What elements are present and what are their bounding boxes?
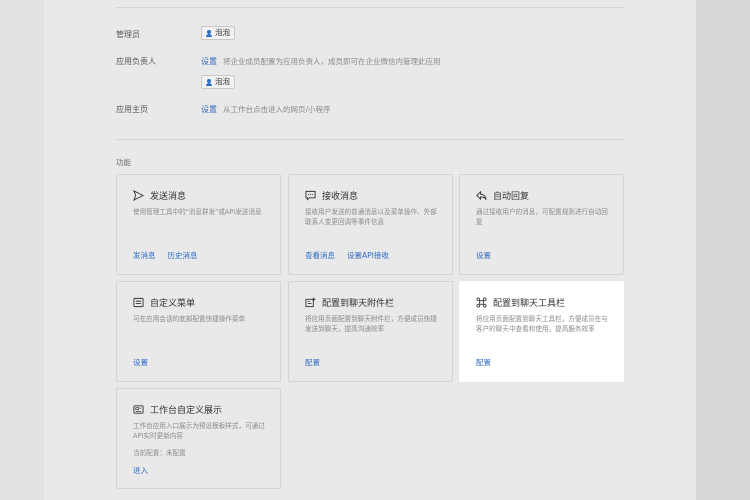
section-divider	[116, 139, 624, 140]
feature-card-custom-menu[interactable]: 自定义菜单 可在应用会话的底部配置快捷操作菜单 设置	[116, 281, 281, 382]
feature-card-receive-message[interactable]: 接收消息 接收用户发送的普通消息以及菜单操作、外部联系人变更回调等事件信息 查看…	[288, 174, 453, 275]
feature-card-workbench-display[interactable]: 工作台自定义展示 工作台应用入口展示为预设模板样式，可通过API实时更新内容 当…	[116, 388, 281, 489]
workbench-enter-link[interactable]: 进入	[133, 465, 148, 476]
attachment-bar-config-link[interactable]: 配置	[305, 357, 320, 368]
command-icon	[476, 297, 487, 308]
feature-card-chat-attachment-bar[interactable]: 配置到聊天附件栏 将应用页面配置到聊天附件栏，方便成员快捷发送到聊天，提高沟通效…	[288, 281, 453, 382]
card-description: 通过接收用户的消息，可配置规则进行自动回复	[476, 208, 608, 226]
menu-icon	[133, 297, 144, 308]
card-title-text: 工作台自定义展示	[150, 406, 223, 416]
card-title-text: 自动回复	[493, 192, 530, 202]
owner-set-link[interactable]: 设置	[201, 56, 217, 67]
card-actions: 配置	[476, 357, 491, 368]
workbench-icon	[133, 405, 144, 414]
card-title: 工作台自定义展示	[133, 403, 222, 416]
chat-toolbar-config-link[interactable]: 配置	[476, 357, 491, 368]
homepage-set-link[interactable]: 设置	[201, 104, 217, 115]
card-status: 当前配置：未配置	[133, 449, 186, 457]
features-section-title: 功能	[116, 158, 131, 167]
homepage-label: 应用主页	[116, 105, 148, 114]
feature-card-chat-toolbar[interactable]: 配置到聊天工具栏 将应用页面配置到聊天工具栏，方便成员在与客户的聊天中查看和使用…	[459, 281, 624, 382]
card-title: 自动回复	[476, 189, 529, 202]
custom-menu-set-link[interactable]: 设置	[133, 357, 148, 368]
feature-card-send-message[interactable]: 发送消息 使用管理工具中的"消息群发"或API发送消息 发消息 历史消息	[116, 174, 281, 275]
owner-label: 应用负责人	[116, 57, 156, 66]
card-description: 使用管理工具中的"消息群发"或API发送消息	[133, 208, 262, 216]
card-actions: 查看消息 设置API接收	[305, 250, 389, 261]
card-actions: 设置	[476, 250, 491, 261]
chat-bubble-icon	[305, 190, 316, 201]
card-actions: 配置	[305, 357, 320, 368]
auto-reply-set-link[interactable]: 设置	[476, 250, 491, 261]
admin-member-name: 泡泡	[215, 28, 230, 37]
card-description: 将应用页面配置到聊天附件栏，方便成员快捷发送到聊天，提高沟通效率	[305, 315, 437, 333]
homepage-hint: 从工作台点击进入的网页/小程序	[223, 105, 331, 114]
reply-icon	[476, 190, 487, 201]
card-title-text: 发送消息	[150, 192, 187, 202]
card-title: 自定义菜单	[133, 296, 195, 309]
person-icon	[206, 78, 212, 86]
send-icon	[133, 190, 144, 201]
message-history-link[interactable]: 历史消息	[168, 250, 198, 261]
card-description: 工作台应用入口展示为预设模板样式，可通过API实时更新内容	[133, 422, 265, 440]
card-description: 接收用户发送的普通消息以及菜单操作、外部联系人变更回调等事件信息	[305, 208, 437, 226]
owner-member-tag[interactable]: 泡泡	[201, 75, 235, 89]
card-actions: 发消息 历史消息	[133, 250, 198, 261]
top-divider	[116, 7, 624, 8]
owner-hint: 将企业成员配置为应用负责人，成员即可在企业微信内管理此应用	[223, 57, 441, 66]
card-title-text: 配置到聊天附件栏	[322, 299, 395, 309]
card-description: 将应用页面配置到聊天工具栏，方便成员在与客户的聊天中查看和使用，提高服务效率	[476, 315, 608, 333]
view-messages-link[interactable]: 查看消息	[305, 250, 335, 261]
card-title: 配置到聊天工具栏	[476, 296, 565, 309]
card-actions: 进入	[133, 465, 148, 476]
right-side-strip	[696, 0, 750, 500]
card-actions: 设置	[133, 357, 148, 368]
admin-member-tag[interactable]: 泡泡	[201, 26, 235, 40]
feature-card-auto-reply[interactable]: 自动回复 通过接收用户的消息，可配置规则进行自动回复 设置	[459, 174, 624, 275]
set-api-receive-link[interactable]: 设置API接收	[347, 250, 389, 261]
card-title-text: 接收消息	[322, 192, 359, 202]
attachment-bar-icon	[305, 297, 316, 308]
card-title: 发送消息	[133, 189, 186, 202]
owner-member-name: 泡泡	[215, 77, 230, 86]
card-title: 接收消息	[305, 189, 358, 202]
card-title: 配置到聊天附件栏	[305, 296, 394, 309]
send-message-link[interactable]: 发消息	[133, 250, 156, 261]
card-title-text: 配置到聊天工具栏	[493, 299, 566, 309]
card-title-text: 自定义菜单	[150, 299, 196, 309]
admin-label: 管理员	[116, 30, 140, 39]
card-description: 可在应用会话的底部配置快捷操作菜单	[133, 315, 246, 323]
person-icon	[206, 29, 212, 37]
